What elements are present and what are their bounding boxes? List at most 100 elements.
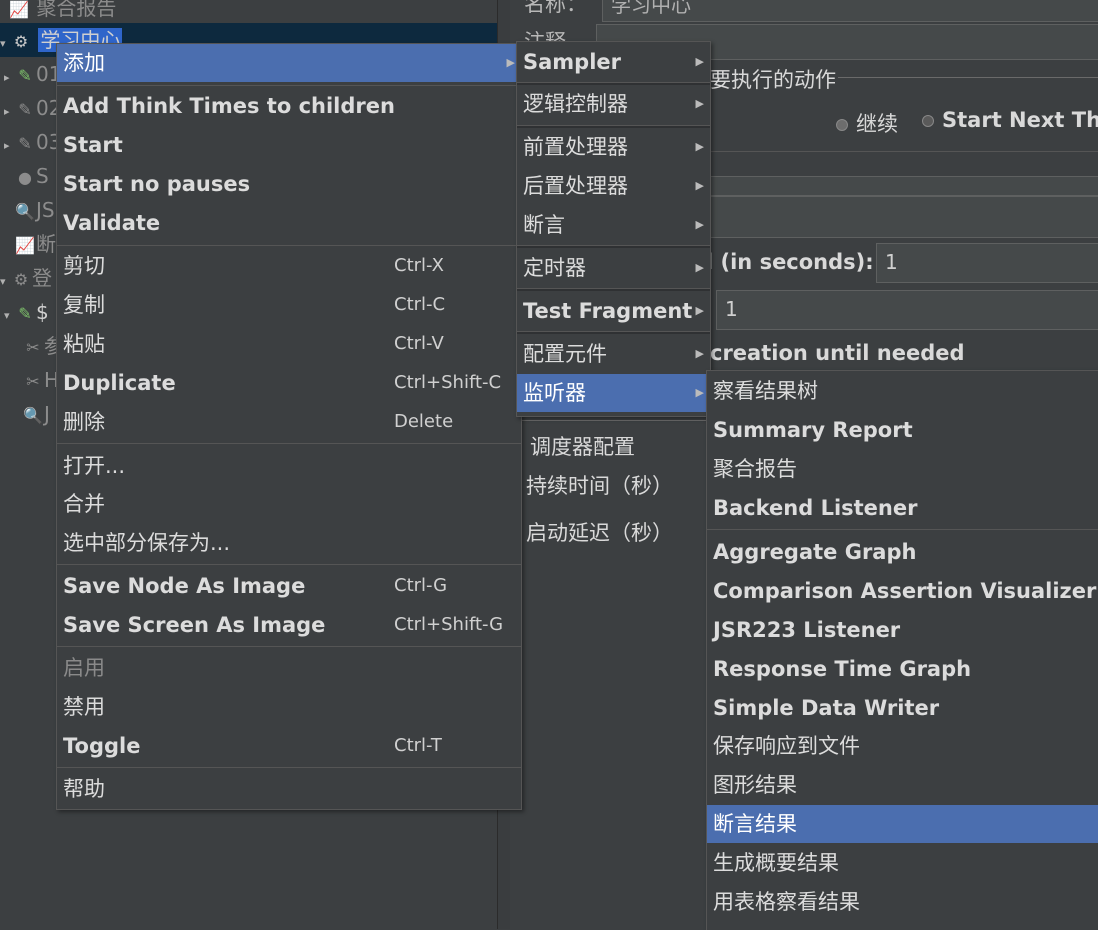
menu-item-config-element[interactable]: 配置元件 ▶ xyxy=(517,335,710,373)
expand-arrow-icon[interactable]: ▾ xyxy=(0,265,10,299)
menu-item-add-think-times[interactable]: Add Think Times to children xyxy=(57,87,521,125)
ramp-up-input[interactable]: 1 xyxy=(876,243,1098,283)
menu-item-start[interactable]: Start xyxy=(57,126,521,164)
menu-item-save-screen-image[interactable]: Save Screen As Image Ctrl+Shift-G xyxy=(57,606,521,644)
menu-item-help[interactable]: 帮助 xyxy=(57,770,521,808)
pencil-icon: ✎ xyxy=(18,304,32,323)
tree-item-assertion[interactable]: 📈断 xyxy=(14,227,56,261)
menu-item-summary-report[interactable]: Summary Report xyxy=(707,411,1098,449)
expand-arrow-icon[interactable]: ▾ xyxy=(4,299,14,333)
menu-item-save-responses-to-file[interactable]: 保存响应到文件 xyxy=(707,727,1098,765)
radio-icon xyxy=(836,119,848,131)
tree-item-h[interactable]: ✂ H xyxy=(22,363,59,397)
menu-item-add[interactable]: 添加 ▶ xyxy=(57,44,521,82)
expand-arrow-icon[interactable]: ▸ xyxy=(4,129,14,163)
tree-item-02[interactable]: ▸ ✎ 02 xyxy=(4,91,61,125)
expand-arrow-icon[interactable]: ▾ xyxy=(0,27,10,61)
loop-count-input[interactable]: 1 xyxy=(716,290,1098,330)
magnifier-icon: 🔍 xyxy=(15,202,35,221)
delay-creation-label: creation until needed xyxy=(710,341,965,365)
menu-item-listener[interactable]: 监听器 ▶ xyxy=(517,374,710,412)
tree-item-js[interactable]: 🔍JS xyxy=(14,193,55,227)
tree-item-s[interactable]: ● S xyxy=(14,159,49,193)
menu-separator xyxy=(517,245,710,248)
submenu-arrow-icon: ▶ xyxy=(695,386,704,399)
menu-item-assertion[interactable]: 断言 ▶ xyxy=(517,206,710,244)
divider xyxy=(710,151,1098,152)
tree-item-aggregate-report[interactable]: 📈 聚合报告 xyxy=(8,0,116,25)
menu-separator xyxy=(57,564,521,565)
name-input[interactable]: 学习中心 xyxy=(602,0,1098,22)
menu-item-start-no-pauses[interactable]: Start no pauses xyxy=(57,165,521,203)
submenu-arrow-icon: ▶ xyxy=(695,97,704,110)
tree-item-01[interactable]: ▸ ✎ 01 xyxy=(4,57,61,91)
menu-item-view-results-tree[interactable]: 察看结果树 xyxy=(707,372,1098,410)
menu-item-aggregate-report[interactable]: 聚合报告 xyxy=(707,450,1098,488)
menu-item-copy[interactable]: 复制 Ctrl-C xyxy=(57,286,521,324)
tools-icon: ✂ xyxy=(26,372,40,391)
tree-item-dollar[interactable]: ▾ ✎ $ xyxy=(4,295,49,329)
menu-item-jsr223-listener[interactable]: JSR223 Listener xyxy=(707,611,1098,649)
threads-field[interactable] xyxy=(706,196,1098,238)
menu-item-save-node-image[interactable]: Save Node As Image Ctrl-G xyxy=(57,567,521,605)
menu-item-validate[interactable]: Validate xyxy=(57,204,521,242)
menu-item-sampler[interactable]: Sampler ▶ xyxy=(517,43,710,81)
tree-item-03[interactable]: ▸ ✎ 03 xyxy=(4,125,61,159)
expand-arrow-icon[interactable]: ▸ xyxy=(4,61,14,95)
submenu-arrow-icon: ▶ xyxy=(695,55,704,68)
add-submenu: Sampler ▶ 逻辑控制器 ▶ 前置处理器 ▶ 后置处理器 ▶ 断言 ▶ 定时器 ▶ T… xyxy=(516,41,711,417)
radio-icon xyxy=(922,115,934,127)
menu-item-comparison-assertion-visualizer[interactable]: Comparison Assertion Visualizer xyxy=(707,572,1098,610)
menu-item-cut[interactable]: 剪切 Ctrl-X xyxy=(57,247,521,285)
menu-item-post-processor[interactable]: 后置处理器 ▶ xyxy=(517,167,710,205)
menu-item-graph-results[interactable]: 图形结果 xyxy=(707,766,1098,804)
menu-item-generate-summary-results[interactable]: 生成概要结果 xyxy=(707,844,1098,882)
submenu-arrow-icon: ▶ xyxy=(695,218,704,231)
menu-item-test-fragment[interactable]: Test Fragment ▶ xyxy=(517,292,710,330)
tree-item-login[interactable]: ▾ ⚙ 登 xyxy=(0,261,52,295)
menu-item-paste[interactable]: 粘贴 Ctrl-V xyxy=(57,325,521,363)
name-label: 名称： xyxy=(524,0,587,16)
menu-separator xyxy=(57,443,521,444)
chart-icon: 📈 xyxy=(15,236,35,255)
menu-item-toggle[interactable]: Toggle Ctrl-T xyxy=(57,727,521,765)
magnifier-icon: 🔍 xyxy=(23,406,43,425)
submenu-arrow-icon: ▶ xyxy=(506,56,515,69)
menu-item-pre-processor[interactable]: 前置处理器 ▶ xyxy=(517,128,710,166)
menu-item-save-selection[interactable]: 选中部分保存为... xyxy=(57,524,521,562)
menu-item-open[interactable]: 打开... xyxy=(57,447,521,485)
submenu-arrow-icon: ▶ xyxy=(695,179,704,192)
submenu-arrow-icon: ▶ xyxy=(695,347,704,360)
submenu-arrow-icon: ▶ xyxy=(695,140,704,153)
threads-input[interactable] xyxy=(706,176,1098,196)
menu-item-timer[interactable]: 定时器 ▶ xyxy=(517,249,710,287)
shield-icon: ● xyxy=(18,168,32,187)
pencil-icon: ✎ xyxy=(18,66,32,85)
menu-item-merge[interactable]: 合并 xyxy=(57,485,521,523)
gear-icon: ⚙ xyxy=(13,270,29,289)
menu-item-duplicate[interactable]: Duplicate Ctrl+Shift-C xyxy=(57,364,521,402)
menu-separator xyxy=(57,646,521,647)
menu-item-logic-controller[interactable]: 逻辑控制器 ▶ xyxy=(517,85,710,123)
menu-item-response-time-graph[interactable]: Response Time Graph xyxy=(707,650,1098,688)
menu-separator xyxy=(517,331,710,334)
startup-delay-label: 启动延迟（秒） xyxy=(526,521,673,545)
menu-item-assertion-results[interactable]: 断言结果 xyxy=(707,805,1098,843)
menu-separator xyxy=(57,767,521,768)
expand-arrow-icon[interactable]: ▸ xyxy=(4,95,14,129)
radio-continue[interactable]: 继续 xyxy=(836,108,898,138)
menu-item-view-results-in-table[interactable]: 用表格察看结果 xyxy=(707,883,1098,921)
duration-label: 持续时间（秒） xyxy=(526,474,673,498)
menu-item-delete[interactable]: 删除 Delete xyxy=(57,403,521,441)
ramp-up-label: l (in seconds): xyxy=(706,250,874,274)
listener-submenu: 察看结果树 Summary Report 聚合报告 Backend Listen… xyxy=(706,370,1098,930)
menu-separator xyxy=(57,85,521,86)
menu-item-enable: 启用 xyxy=(63,656,105,680)
menu-item-disable[interactable]: 禁用 xyxy=(57,688,521,726)
menu-item-simple-data-writer[interactable]: Simple Data Writer xyxy=(707,689,1098,727)
menu-item-aggregate-graph[interactable]: Aggregate Graph xyxy=(707,533,1098,571)
menu-item-backend-listener[interactable]: Backend Listener xyxy=(707,489,1098,527)
tree-item-j[interactable]: 🔍J xyxy=(22,397,50,431)
radio-start-next[interactable]: Start Next Thr xyxy=(922,108,1098,132)
menu-separator xyxy=(707,529,1098,530)
